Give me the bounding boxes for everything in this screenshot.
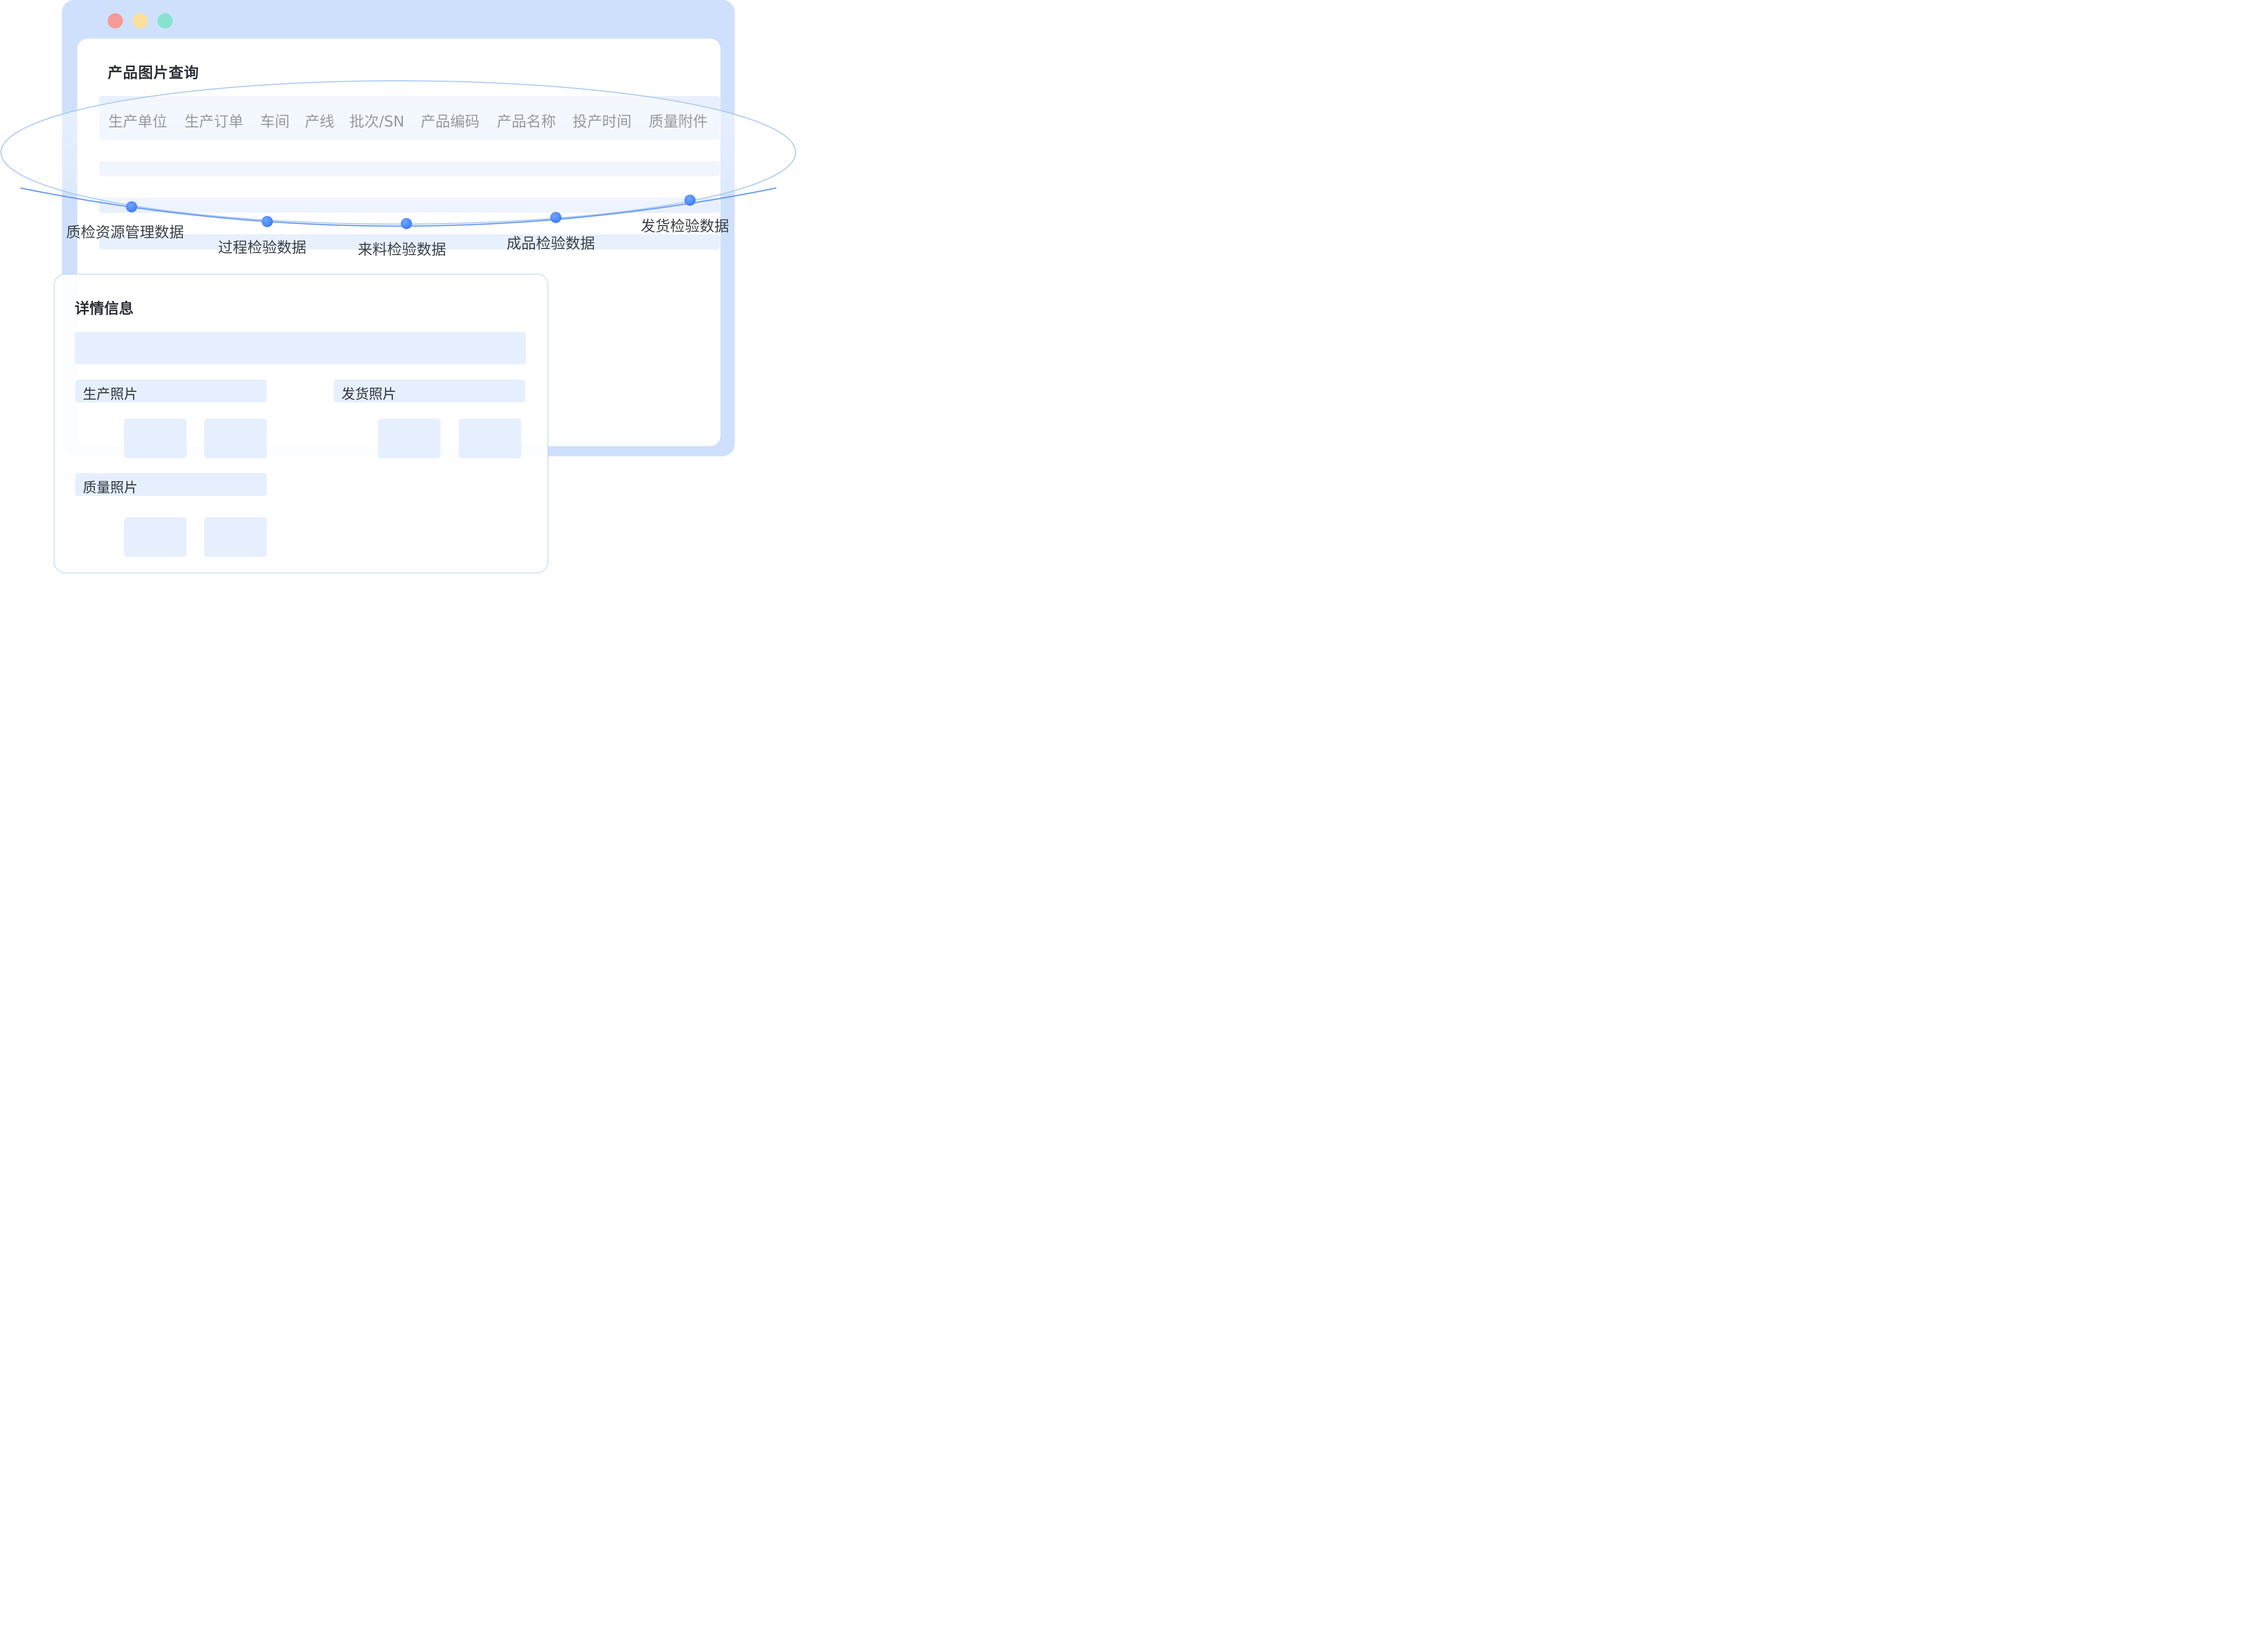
section-label: 生产照片 — [83, 387, 138, 402]
filter-production-unit[interactable]: 生产单位 — [108, 110, 167, 131]
stage-label-finished-inspection: 成品检验数据 — [507, 235, 595, 252]
section-label: 发货照片 — [341, 387, 396, 402]
stage-label-shipping-inspection: 发货检验数据 — [641, 217, 730, 235]
photo-thumbnail[interactable] — [124, 419, 186, 458]
section-production-photos[interactable]: 生产照片 — [75, 380, 267, 402]
photo-thumbnail[interactable] — [378, 419, 440, 458]
section-shipping-photos[interactable]: 发货照片 — [334, 380, 525, 402]
filter-production-line[interactable]: 产线 — [305, 110, 334, 131]
stage-label-incoming-inspection: 来料检验数据 — [358, 241, 447, 258]
stage-node-shipping-inspection[interactable] — [684, 195, 696, 206]
filter-product-code[interactable]: 产品编码 — [421, 110, 480, 131]
stage-node-incoming-inspection[interactable] — [401, 218, 412, 229]
section-quality-photos[interactable]: 质量照片 — [75, 473, 267, 496]
window-close-dot[interactable] — [108, 13, 123, 28]
detail-title: 详情信息 — [75, 300, 134, 317]
photo-thumbnail[interactable] — [459, 419, 521, 458]
section-label: 质量照片 — [83, 480, 138, 496]
stage-label-quality-resource: 质检资源管理数据 — [66, 224, 184, 241]
filter-batch-sn[interactable]: 批次/SN — [350, 110, 404, 131]
detail-info-bar — [75, 332, 526, 364]
page-title: 产品图片查询 — [108, 64, 200, 81]
photo-thumbnail[interactable] — [124, 517, 186, 557]
window-minimize-dot[interactable] — [133, 13, 148, 28]
filter-product-name[interactable]: 产品名称 — [497, 110, 556, 131]
photo-thumbnail[interactable] — [204, 517, 267, 557]
filter-bar: 生产单位 生产订单 车间 产线 批次/SN 产品编码 产品名称 投产时间 质量附… — [99, 96, 720, 140]
placeholder-row — [99, 198, 720, 213]
placeholder-row — [99, 161, 720, 176]
detail-card: 详情信息 生产照片 发货照片 质量照片 — [54, 274, 548, 573]
stage-node-quality-resource[interactable] — [126, 201, 137, 212]
stage-node-finished-inspection[interactable] — [550, 212, 561, 223]
filter-production-order[interactable]: 生产订单 — [184, 110, 243, 131]
filter-quality-attachment[interactable]: 质量附件 — [649, 110, 708, 131]
stage-node-process-inspection[interactable] — [262, 216, 273, 227]
stage-label-process-inspection: 过程检验数据 — [218, 239, 307, 256]
filter-workshop[interactable]: 车间 — [260, 110, 290, 131]
photo-thumbnail[interactable] — [204, 419, 267, 458]
window-maximize-dot[interactable] — [158, 13, 173, 28]
filter-production-time[interactable]: 投产时间 — [573, 110, 632, 131]
